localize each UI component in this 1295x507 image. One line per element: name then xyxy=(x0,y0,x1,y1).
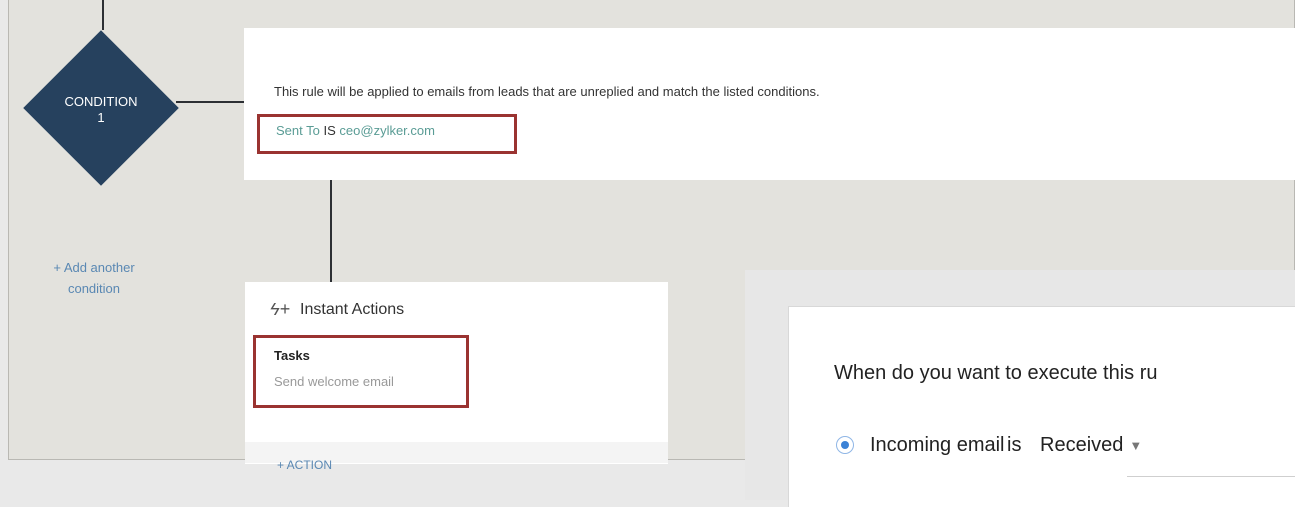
instant-actions-title: Instant Actions xyxy=(300,300,405,318)
condition-diamond[interactable]: CONDITION 1 xyxy=(23,30,179,186)
email-status-value: Received xyxy=(1040,434,1124,456)
task-item[interactable]: Send welcome email xyxy=(274,374,394,389)
tasks-label: Tasks xyxy=(274,348,310,363)
rule-description: This rule will be applied to emails from… xyxy=(274,84,820,99)
incoming-email-radio[interactable] xyxy=(836,436,854,454)
dropdown-menu-edge xyxy=(1127,476,1295,477)
condition-label-text: CONDITION xyxy=(64,94,138,109)
condition-number: 1 xyxy=(97,110,105,125)
criteria-value: ceo@zylker.com xyxy=(339,123,435,138)
connector-card-to-actions xyxy=(330,180,332,282)
condition-card xyxy=(244,28,1295,180)
execute-question: When do you want to execute this ru xyxy=(834,362,1158,384)
connector-diamond-to-card xyxy=(176,101,246,103)
criteria-line[interactable]: Sent To IS ceo@zylker.com xyxy=(276,123,435,138)
instant-actions-header: ϟ+ Instant Actions xyxy=(270,299,404,320)
email-status-dropdown[interactable]: Received ▼ xyxy=(1040,434,1142,457)
add-condition-line1: + Add another xyxy=(53,260,135,275)
add-condition-line2: condition xyxy=(67,281,121,296)
connector-top xyxy=(102,0,104,30)
incoming-email-operator: is xyxy=(1007,434,1022,456)
lightning-bolt-icon: ϟ+ xyxy=(270,299,291,319)
caret-down-icon: ▼ xyxy=(1129,438,1143,454)
incoming-email-label: Incoming email xyxy=(870,434,1005,456)
criteria-operator: IS xyxy=(323,123,336,138)
add-action-button[interactable]: + ACTION xyxy=(277,458,332,472)
condition-label: CONDITION 1 xyxy=(23,94,179,126)
tasks-highlight-box xyxy=(253,335,469,408)
criteria-field: Sent To xyxy=(276,123,320,138)
add-another-condition-link[interactable]: + Add another condition xyxy=(20,257,168,299)
